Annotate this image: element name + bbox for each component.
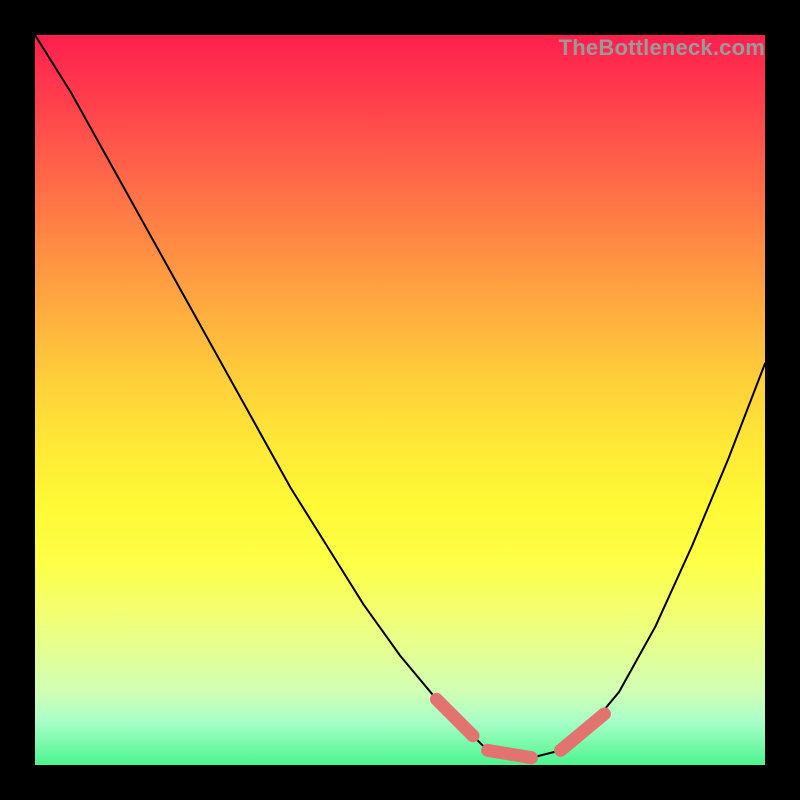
- plot-area: TheBottleneck.com: [35, 35, 765, 765]
- bottleneck-curve: [35, 35, 765, 758]
- highlight-segments: [437, 699, 605, 757]
- curve-layer: [35, 35, 765, 765]
- chart-frame: TheBottleneck.com: [0, 0, 800, 800]
- highlight-segment: [561, 714, 605, 751]
- highlight-segment: [437, 699, 474, 736]
- highlight-segment: [488, 750, 532, 757]
